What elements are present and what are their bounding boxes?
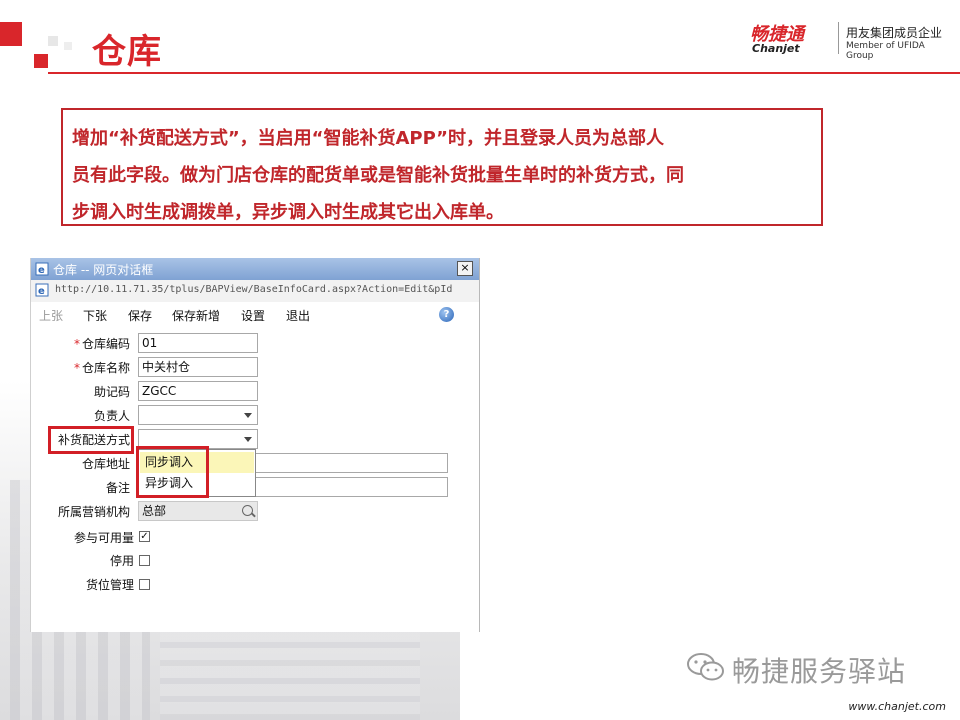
header-decoration-square [0, 22, 22, 46]
logo-separator [838, 22, 839, 54]
org-input[interactable]: 总部 [138, 501, 258, 521]
address-url: http://10.11.71.35/tplus/BAPView/BaseInf… [55, 284, 453, 295]
svg-text:e: e [38, 265, 45, 276]
feature-note-box: 增加“补货配送方式”，当启用“智能补货APP”时，并且登录人员为总部人 员有此字… [61, 108, 823, 226]
location-checkbox[interactable] [139, 579, 150, 590]
settings-button[interactable]: 设置 [241, 307, 265, 324]
mnemonic-input[interactable]: ZGCC [138, 381, 258, 401]
dialog-toolbar: 上张 下张 保存 保存新增 设置 退出 ? [31, 302, 479, 326]
mnemonic-label: 助记码 [93, 385, 130, 399]
name-input[interactable]: 中关村仓 [138, 357, 258, 377]
manager-label: 负责人 [93, 409, 130, 423]
org-label: 所属营销机构 [57, 505, 130, 519]
save-new-button[interactable]: 保存新增 [172, 307, 220, 324]
logo-tagline-en: Member of UFIDA Group [846, 41, 925, 61]
close-button[interactable]: × [457, 261, 473, 276]
name-value: 中关村仓 [142, 360, 191, 374]
code-label: * 仓库编码 [62, 335, 130, 352]
website-text: www.chanjet.com [848, 700, 946, 713]
exit-button[interactable]: 退出 [286, 307, 310, 324]
svg-text:e: e [38, 286, 45, 297]
required-mark: * [73, 361, 80, 375]
dialog-titlebar[interactable]: e 仓库 -- 网页对话框 × [31, 258, 479, 280]
code-value: 01 [142, 336, 158, 350]
note-line: 步调入时生成调拨单，异步调入时生成其它出入库单。 [72, 202, 504, 223]
brand-name: 畅捷服务驿站 [732, 655, 907, 688]
chevron-down-icon [244, 437, 252, 442]
code-input[interactable]: 01 [138, 333, 258, 353]
header-divider [48, 72, 960, 74]
available-label: 参与可用量 [73, 531, 134, 545]
wechat-icon [687, 653, 724, 681]
address-bar: e http://10.11.71.35/tplus/BAPView/BaseI… [31, 280, 479, 303]
ie-page-icon: e [35, 283, 49, 297]
dialog-title: 仓库 -- 网页对话框 [53, 263, 154, 277]
note-line: 增加“补货配送方式”，当启用“智能补货APP”时，并且登录人员为总部人 [72, 128, 664, 149]
help-icon[interactable]: ? [439, 307, 454, 322]
note-line: 员有此字段。做为门店仓库的配货单或是智能补货批量生单时的补货方式，同 [72, 165, 684, 186]
header-decoration-square [34, 54, 48, 68]
manager-select[interactable] [138, 405, 258, 425]
prev-button[interactable]: 上张 [39, 307, 63, 324]
org-value: 总部 [142, 504, 167, 518]
page-title: 仓库 [92, 32, 162, 72]
search-icon[interactable] [242, 505, 253, 516]
address-label: 仓库地址 [81, 457, 130, 471]
remark-label: 备注 [105, 481, 130, 495]
required-mark: * [73, 337, 80, 351]
name-label-text: 仓库名称 [81, 361, 130, 375]
highlight-delivery-label [48, 426, 134, 454]
mnemonic-value: ZGCC [142, 384, 177, 398]
chevron-down-icon [244, 413, 252, 418]
header-decoration-square [48, 36, 58, 46]
code-label-text: 仓库编码 [81, 337, 130, 351]
logo-en-text: Chanjet [752, 42, 800, 55]
header-decoration-square [64, 42, 72, 50]
disabled-label: 停用 [109, 554, 134, 568]
logo-tagline-cn: 用友集团成员企业 [846, 26, 943, 40]
disabled-checkbox[interactable] [139, 555, 150, 566]
save-button[interactable]: 保存 [128, 307, 152, 324]
available-checkbox[interactable]: ✓ [139, 531, 150, 542]
next-button[interactable]: 下张 [83, 307, 107, 324]
chanjet-logo: 畅捷通 Chanjet 用友集团成员企业 Member of UFIDA Gro… [750, 20, 950, 61]
highlight-dropdown-options [136, 446, 209, 498]
ie-page-icon: e [35, 262, 49, 276]
location-label: 货位管理 [85, 578, 134, 592]
name-label: * 仓库名称 [62, 359, 130, 376]
